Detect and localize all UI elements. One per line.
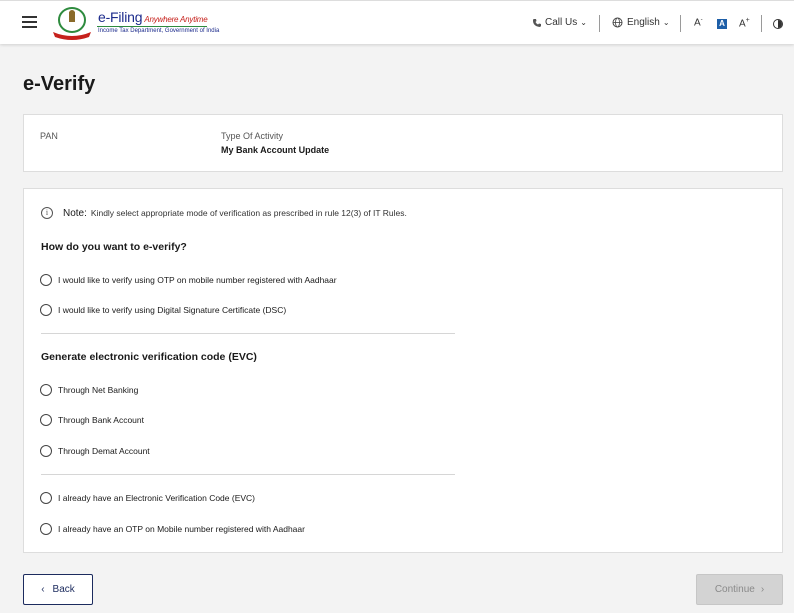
- option-label: I would like to verify using OTP on mobi…: [58, 275, 337, 285]
- logo-tagline: Anywhere Anytime: [144, 15, 208, 24]
- phone-icon: [533, 18, 541, 27]
- header-divider: [599, 15, 600, 32]
- note-text: Kindly select appropriate mode of verifi…: [90, 208, 407, 218]
- option-label: I already have an OTP on Mobile number r…: [58, 524, 305, 534]
- back-label: Back: [52, 584, 75, 595]
- option-otp-aadhaar[interactable]: I would like to verify using OTP on mobi…: [40, 274, 337, 286]
- font-default-button[interactable]: A: [717, 19, 727, 29]
- language-dropdown[interactable]: English ⌄: [612, 17, 670, 28]
- option-have-otp[interactable]: I already have an OTP on Mobile number r…: [40, 523, 305, 535]
- info-icon: i: [41, 207, 53, 219]
- radio-button[interactable]: [40, 445, 52, 457]
- radio-button[interactable]: [40, 523, 52, 535]
- font-increase-button[interactable]: A+: [739, 17, 750, 29]
- chevron-down-icon: ⌄: [580, 18, 587, 27]
- option-label: Through Bank Account: [58, 415, 145, 425]
- continue-button[interactable]: Continue ›: [696, 574, 783, 605]
- activity-type-label: Type Of Activity: [221, 131, 284, 141]
- option-have-evc[interactable]: I already have an Electronic Verificatio…: [40, 492, 255, 504]
- option-label: Through Demat Account: [58, 446, 150, 456]
- font-decrease-label: A: [694, 17, 701, 29]
- globe-icon: [612, 17, 623, 28]
- section-divider: [41, 333, 455, 334]
- language-label: English: [627, 17, 660, 28]
- chevron-down-icon: ⌄: [662, 18, 670, 27]
- radio-button[interactable]: [40, 274, 52, 286]
- call-us-label: Call Us: [545, 17, 578, 28]
- logo-subtitle: Income Tax Department, Government of Ind…: [98, 28, 220, 34]
- radio-button[interactable]: [40, 384, 52, 396]
- income-tax-emblem-icon: [53, 7, 91, 40]
- chevron-right-icon: ›: [760, 584, 765, 595]
- option-label: I already have an Electronic Verificatio…: [58, 493, 256, 503]
- note-banner: i Note: Kindly select appropriate mode o…: [41, 207, 407, 219]
- continue-label: Continue: [714, 584, 755, 595]
- activity-type-value: My Bank Account Update: [221, 145, 330, 155]
- logo-title-text: e-Filing: [98, 9, 143, 25]
- font-decrease-button[interactable]: A-: [694, 17, 703, 28]
- chevron-left-icon: ‹: [41, 584, 45, 595]
- pan-label: PAN: [40, 131, 58, 141]
- logo-title: e-Filing Anywhere Anytime: [98, 9, 208, 25]
- option-label: I would like to verify using Digital Sig…: [58, 305, 287, 315]
- radio-button[interactable]: [40, 414, 52, 426]
- activity-info-card: PAN Type Of Activity My Bank Account Upd…: [23, 114, 783, 172]
- header-divider: [761, 15, 762, 32]
- header-divider: [680, 15, 681, 32]
- section-divider: [41, 474, 455, 475]
- call-us-dropdown[interactable]: Call Us ⌄: [532, 17, 587, 28]
- top-header: e-Filing Anywhere Anytime Income Tax Depa…: [0, 0, 794, 44]
- hamburger-menu-icon[interactable]: [22, 16, 37, 28]
- radio-button[interactable]: [40, 304, 52, 316]
- back-button[interactable]: ‹ Back: [23, 574, 93, 605]
- contrast-icon[interactable]: [773, 19, 783, 29]
- verify-question-heading: How do you want to e-verify?: [41, 241, 187, 253]
- page-title: e-Verify: [23, 73, 96, 95]
- option-dsc[interactable]: I would like to verify using Digital Sig…: [40, 304, 286, 316]
- verification-options-card: i Note: Kindly select appropriate mode o…: [23, 188, 783, 553]
- option-bank-account[interactable]: Through Bank Account: [40, 414, 144, 426]
- option-demat-account[interactable]: Through Demat Account: [40, 445, 150, 457]
- option-label: Through Net Banking: [58, 385, 139, 395]
- evc-heading: Generate electronic verification code (E…: [41, 351, 257, 363]
- note-label: Note:: [63, 207, 87, 219]
- logo-underline: [97, 26, 207, 27]
- radio-button[interactable]: [40, 492, 52, 504]
- font-increase-label: A: [739, 18, 746, 30]
- option-net-banking[interactable]: Through Net Banking: [40, 384, 138, 396]
